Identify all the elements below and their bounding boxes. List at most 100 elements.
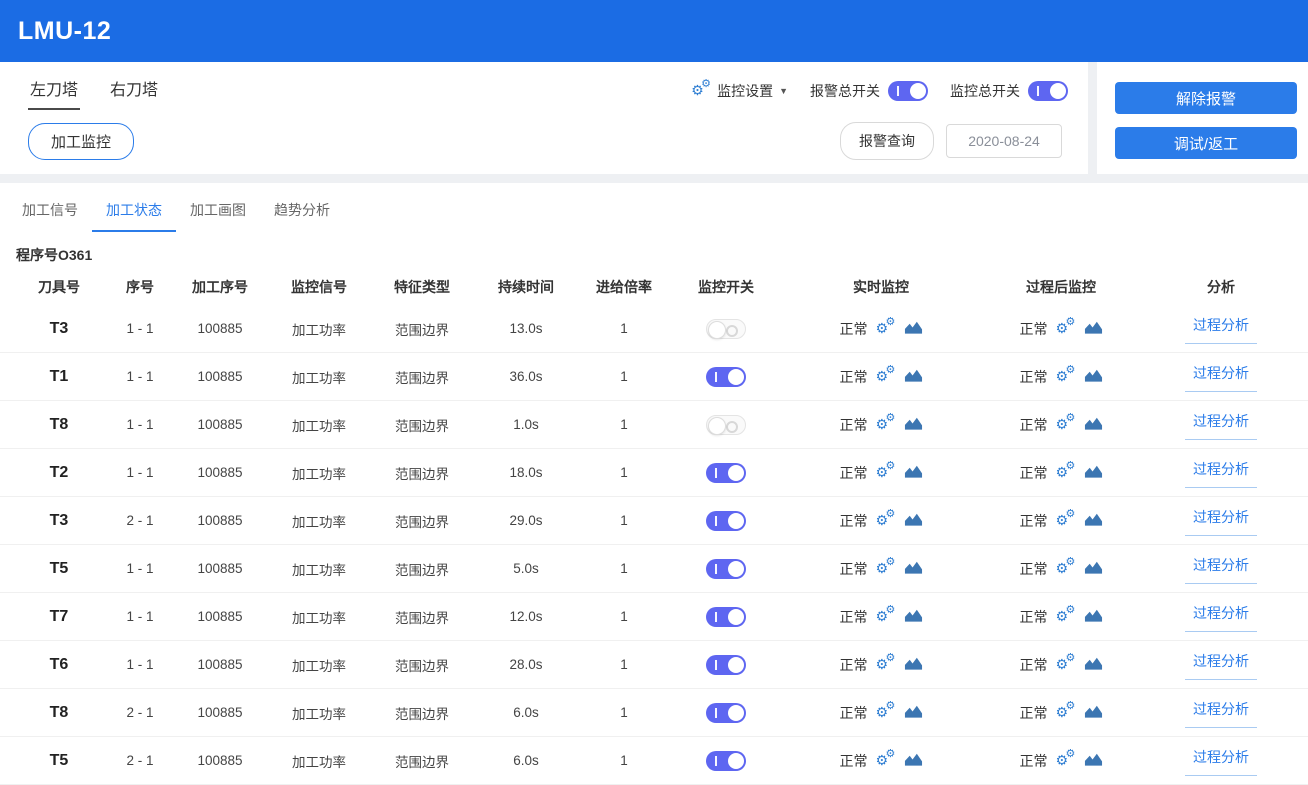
tab-left-turret[interactable]: 左刀塔 — [28, 72, 81, 110]
status-text: 正常 — [839, 512, 868, 529]
chart-icon[interactable] — [904, 464, 923, 482]
realtime-monitor-cell: 正常 ⚙ ⚙ — [786, 556, 976, 579]
chart-icon[interactable] — [1084, 512, 1103, 530]
row-monitor-toggle[interactable] — [706, 558, 746, 579]
machining-monitor-button[interactable]: 加工监控 — [28, 122, 135, 160]
chart-icon[interactable] — [904, 416, 923, 434]
duration: 29.0s — [509, 513, 543, 528]
machining-sequence: 100885 — [197, 609, 243, 624]
chart-icon[interactable] — [1084, 320, 1103, 338]
gear-icon[interactable]: ⚙ ⚙ — [1056, 604, 1076, 626]
chart-icon[interactable] — [1084, 560, 1103, 578]
date-input[interactable]: 2020-08-24 — [946, 124, 1062, 158]
gear-icon[interactable]: ⚙ ⚙ — [1056, 556, 1076, 578]
process-analysis-button[interactable]: 过程分析 — [1185, 697, 1257, 728]
gear-icon[interactable]: ⚙ ⚙ — [876, 364, 896, 386]
column-header: 过程后监控 — [1026, 279, 1096, 295]
monitor-switch-cell — [666, 318, 786, 339]
gear-icon[interactable]: ⚙ ⚙ — [876, 556, 896, 578]
row-monitor-toggle[interactable] — [706, 750, 746, 771]
gear-icon[interactable]: ⚙ ⚙ — [876, 508, 896, 530]
row-monitor-toggle[interactable] — [706, 462, 746, 483]
status-text: 正常 — [1019, 464, 1048, 481]
gear-icon[interactable]: ⚙ ⚙ — [1056, 700, 1076, 722]
row-monitor-toggle[interactable] — [706, 702, 746, 723]
process-analysis-button[interactable]: 过程分析 — [1185, 313, 1257, 344]
tab-machining-plot[interactable]: 加工画图 — [176, 191, 260, 232]
gear-icon[interactable]: ⚙ ⚙ — [1056, 652, 1076, 674]
tool-id: T8 — [49, 415, 69, 433]
chart-icon[interactable] — [1084, 368, 1103, 386]
column-header: 分析 — [1207, 279, 1235, 295]
monitor-switch-cell — [666, 414, 786, 435]
row-monitor-toggle[interactable] — [706, 414, 746, 435]
process-analysis-button[interactable]: 过程分析 — [1185, 361, 1257, 392]
chart-icon[interactable] — [1084, 656, 1103, 674]
table-row: T1 1 - 1 100885 加工功率 范围边界 36.0s 1 正常 ⚙ ⚙ 正常 ⚙ ⚙ 过程分析 — [0, 353, 1308, 401]
tab-trend-analysis[interactable]: 趋势分析 — [260, 191, 344, 232]
monitor-settings-dropdown[interactable]: ⚙ ⚙ 监控设置 ▼ — [691, 78, 788, 101]
tab-machining-signal[interactable]: 加工信号 — [8, 191, 92, 232]
chart-icon[interactable] — [904, 656, 923, 674]
monitor-master-toggle[interactable] — [1028, 81, 1068, 101]
app-header: LMU-12 — [0, 0, 1308, 62]
gear-icon[interactable]: ⚙ ⚙ — [876, 604, 896, 626]
process-analysis-button[interactable]: 过程分析 — [1185, 457, 1257, 488]
gear-icon[interactable]: ⚙ ⚙ — [876, 700, 896, 722]
monitor-signal: 加工功率 — [292, 370, 346, 386]
chart-icon[interactable] — [1084, 752, 1103, 770]
alarm-query-button[interactable]: 报警查询 — [840, 122, 934, 160]
gear-icon[interactable]: ⚙ ⚙ — [1056, 508, 1076, 530]
chart-icon[interactable] — [904, 608, 923, 626]
gear-icon[interactable]: ⚙ ⚙ — [876, 652, 896, 674]
process-analysis-button[interactable]: 过程分析 — [1185, 601, 1257, 632]
duration: 18.0s — [509, 465, 543, 480]
sequence: 1 - 1 — [126, 561, 154, 576]
gear-icon[interactable]: ⚙ ⚙ — [1056, 460, 1076, 482]
tab-right-turret[interactable]: 右刀塔 — [108, 72, 160, 110]
chart-icon[interactable] — [904, 560, 923, 578]
gear-icon[interactable]: ⚙ ⚙ — [1056, 748, 1076, 770]
row-monitor-toggle[interactable] — [706, 510, 746, 531]
chart-icon[interactable] — [1084, 608, 1103, 626]
gear-icon[interactable]: ⚙ ⚙ — [876, 460, 896, 482]
column-header: 进给倍率 — [596, 279, 652, 295]
monitor-settings-label: 监控设置 — [717, 83, 774, 99]
alarm-master-toggle[interactable] — [888, 81, 928, 101]
chart-icon[interactable] — [904, 320, 923, 338]
process-analysis-button[interactable]: 过程分析 — [1185, 505, 1257, 536]
table-row: T3 2 - 1 100885 加工功率 范围边界 29.0s 1 正常 ⚙ ⚙ 正常 ⚙ ⚙ 过程分析 — [0, 497, 1308, 545]
process-analysis-button[interactable]: 过程分析 — [1185, 649, 1257, 680]
process-analysis-button[interactable]: 过程分析 — [1185, 745, 1257, 776]
row-monitor-toggle[interactable] — [706, 366, 746, 387]
process-analysis-button[interactable]: 过程分析 — [1185, 409, 1257, 440]
settings-gear-icon: ⚙ ⚙ — [691, 78, 711, 98]
clear-alarm-button[interactable]: 解除报警 — [1115, 82, 1297, 114]
process-analysis-button[interactable]: 过程分析 — [1185, 553, 1257, 584]
chart-icon[interactable] — [904, 512, 923, 530]
gear-icon[interactable]: ⚙ ⚙ — [1056, 412, 1076, 434]
row-monitor-toggle[interactable] — [706, 318, 746, 339]
chart-icon[interactable] — [1084, 416, 1103, 434]
status-text: 正常 — [1019, 608, 1048, 625]
sequence: 2 - 1 — [126, 705, 154, 720]
gear-icon[interactable]: ⚙ ⚙ — [876, 316, 896, 338]
chart-icon[interactable] — [904, 752, 923, 770]
gear-icon[interactable]: ⚙ ⚙ — [876, 412, 896, 434]
tab-machining-status[interactable]: 加工状态 — [92, 191, 176, 232]
feature-type: 范围边界 — [395, 514, 449, 530]
chart-icon[interactable] — [904, 368, 923, 386]
column-header: 监控开关 — [698, 279, 754, 295]
chart-icon[interactable] — [1084, 704, 1103, 722]
alarm-master-label: 报警总开关 — [810, 83, 880, 99]
row-monitor-toggle[interactable] — [706, 654, 746, 675]
debug-rework-button[interactable]: 调试/返工 — [1115, 127, 1297, 159]
gear-icon[interactable]: ⚙ ⚙ — [876, 748, 896, 770]
chart-icon[interactable] — [904, 704, 923, 722]
monitor-signal: 加工功率 — [292, 754, 346, 770]
row-monitor-toggle[interactable] — [706, 606, 746, 627]
gear-icon[interactable]: ⚙ ⚙ — [1056, 316, 1076, 338]
sequence: 1 - 1 — [126, 417, 154, 432]
chart-icon[interactable] — [1084, 464, 1103, 482]
gear-icon[interactable]: ⚙ ⚙ — [1056, 364, 1076, 386]
